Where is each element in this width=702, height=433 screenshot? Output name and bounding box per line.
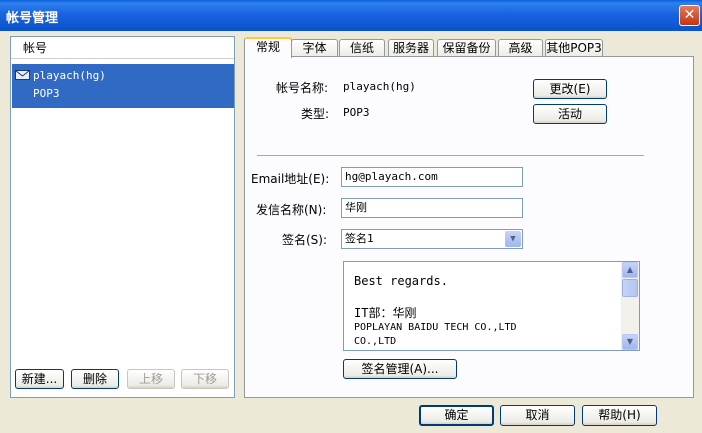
- title-bar[interactable]: 帐号管理 ✕: [0, 0, 702, 31]
- chevron-down-icon[interactable]: ▼: [505, 231, 521, 247]
- signature-line: CO.,LTD: [354, 336, 397, 347]
- email-field[interactable]: hg@playach.com: [341, 167, 523, 187]
- tab-font[interactable]: 字体: [291, 39, 338, 57]
- move-down-button[interactable]: 下移: [181, 369, 229, 389]
- signature-label: 签名(S):: [282, 233, 328, 247]
- signature-select-value: 签名1: [345, 232, 374, 245]
- sender-name-label: 发信名称(N):: [256, 203, 327, 217]
- sender-name-field[interactable]: 华刚: [341, 198, 523, 218]
- type-value: POP3: [343, 106, 370, 119]
- tab-general[interactable]: 常规: [244, 37, 292, 58]
- account-name: playach(hg): [33, 69, 106, 82]
- account-list-header[interactable]: 帐号: [11, 37, 234, 59]
- email-label: Email地址(E):: [251, 172, 330, 186]
- account-item[interactable]: playach(hg) POP3: [12, 64, 234, 108]
- cancel-button[interactable]: 取消: [500, 405, 575, 426]
- tab-other-pop3[interactable]: 其他POP3: [545, 39, 603, 57]
- tab-server[interactable]: 服务器: [388, 39, 434, 57]
- activate-button[interactable]: 活动: [533, 104, 607, 124]
- general-tab-panel: 帐号名称: playach(hg) 更改(E) 类型: POP3 活动 Emai…: [244, 56, 694, 398]
- signature-line: Best regards.: [354, 274, 448, 288]
- account-name-value: playach(hg): [343, 80, 416, 93]
- tab-advanced[interactable]: 高级: [498, 39, 543, 57]
- close-icon[interactable]: ✕: [679, 5, 700, 26]
- move-up-button[interactable]: 上移: [127, 369, 175, 389]
- help-button[interactable]: 帮助(H): [582, 405, 657, 426]
- tab-stationery[interactable]: 信纸: [339, 39, 385, 57]
- type-label: 类型:: [301, 107, 330, 121]
- tab-backup[interactable]: 保留备份: [437, 39, 496, 57]
- signature-line: POPLAYAN BAIDU TECH CO.,LTD: [354, 322, 517, 333]
- account-type: POP3: [33, 87, 60, 100]
- divider: [257, 155, 644, 156]
- scroll-up-icon[interactable]: ▲: [622, 262, 638, 278]
- scroll-thumb[interactable]: [622, 279, 638, 297]
- new-account-button[interactable]: 新建...: [15, 369, 64, 389]
- ok-button[interactable]: 确定: [419, 405, 494, 426]
- account-list[interactable]: 帐号 playach(hg) POP3: [10, 36, 235, 398]
- signature-select[interactable]: 签名1 ▼: [341, 229, 523, 249]
- signature-preview[interactable]: Best regards. IT部：华刚 POPLAYAN BAIDU TECH…: [343, 261, 640, 351]
- change-button[interactable]: 更改(E): [533, 79, 607, 99]
- account-name-label: 帐号名称:: [276, 81, 329, 95]
- delete-account-button[interactable]: 删除: [71, 369, 119, 389]
- signature-line: IT部：华刚: [354, 306, 417, 320]
- signature-manage-button[interactable]: 签名管理(A)...: [343, 359, 457, 379]
- scroll-down-icon[interactable]: ▼: [622, 334, 638, 350]
- signature-scrollbar[interactable]: ▲ ▼: [621, 262, 639, 350]
- mailbox-icon: [15, 70, 30, 80]
- window-title: 帐号管理: [6, 11, 59, 26]
- account-manager-dialog: 帐号管理 ✕ 帐号 playach(hg) POP3 新建... 删除 上移 下…: [0, 0, 702, 433]
